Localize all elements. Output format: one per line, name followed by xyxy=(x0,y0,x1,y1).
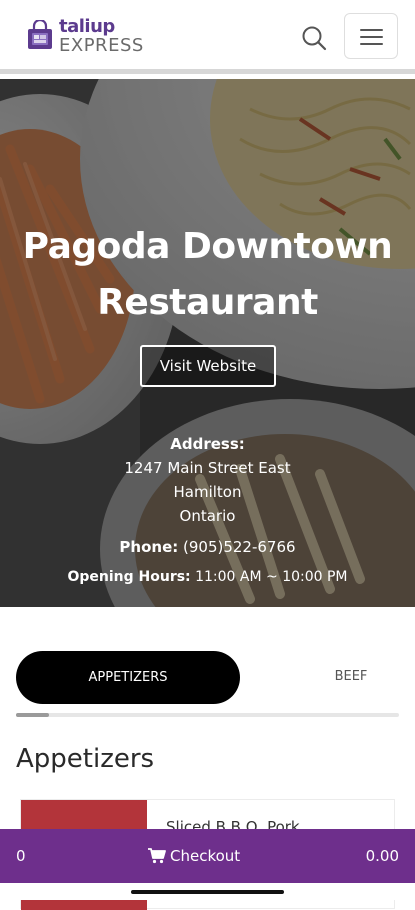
phone-label: Phone: xyxy=(119,538,179,556)
checkout-bar: 0 Checkout 0.00 xyxy=(0,829,415,883)
app-header: taliup EXPRESS xyxy=(0,0,415,74)
address-line-2: Hamilton xyxy=(173,483,242,501)
tab-scroll-track[interactable] xyxy=(16,713,399,717)
restaurant-name: Pagoda Downtown Restaurant xyxy=(22,226,393,323)
section-title: Appetizers xyxy=(16,744,155,774)
tab-scroll-thumb[interactable] xyxy=(16,713,49,717)
checkout-button[interactable]: Checkout xyxy=(148,829,240,883)
address-label: Address: xyxy=(0,435,415,453)
restaurant-hero: Pagoda Downtown Restaurant Visit Website… xyxy=(0,79,415,607)
search-icon xyxy=(302,26,327,51)
brand-name-bottom: EXPRESS xyxy=(59,35,144,56)
address-line-1: 1247 Main Street East xyxy=(124,459,291,477)
address-label-text: Address: xyxy=(170,435,245,453)
visit-website-button[interactable]: Visit Website xyxy=(140,345,276,387)
tab-appetizers[interactable]: APPETIZERS xyxy=(16,651,240,704)
hours-value: 11:00 AM ~ 10:00 PM xyxy=(195,569,348,585)
address-line-3: Ontario xyxy=(179,507,236,525)
restaurant-info: Pagoda Downtown Restaurant Visit Website… xyxy=(0,79,415,607)
search-button[interactable] xyxy=(300,24,328,52)
brand-name-top: taliup xyxy=(59,16,115,37)
hamburger-menu-icon xyxy=(360,43,383,45)
opening-hours-line: Opening Hours: 11:00 AM ~ 10:00 PM xyxy=(0,569,415,585)
hours-label: Opening Hours: xyxy=(67,569,191,585)
phone-number[interactable]: (905)522-6766 xyxy=(183,538,296,556)
hamburger-menu-icon xyxy=(360,29,383,31)
cart-total: 0.00 xyxy=(365,847,399,865)
cart-icon xyxy=(148,848,166,864)
menu-toggle-button[interactable] xyxy=(344,13,398,59)
shopping-bag-logo-icon xyxy=(28,20,52,49)
cart-item-count: 0 xyxy=(16,847,26,865)
checkout-label: Checkout xyxy=(170,847,241,865)
home-indicator[interactable] xyxy=(131,890,284,894)
hamburger-menu-icon xyxy=(360,36,383,38)
tab-beef[interactable]: BEEF xyxy=(316,660,386,694)
phone-line: Phone: (905)522-6766 xyxy=(0,538,415,556)
